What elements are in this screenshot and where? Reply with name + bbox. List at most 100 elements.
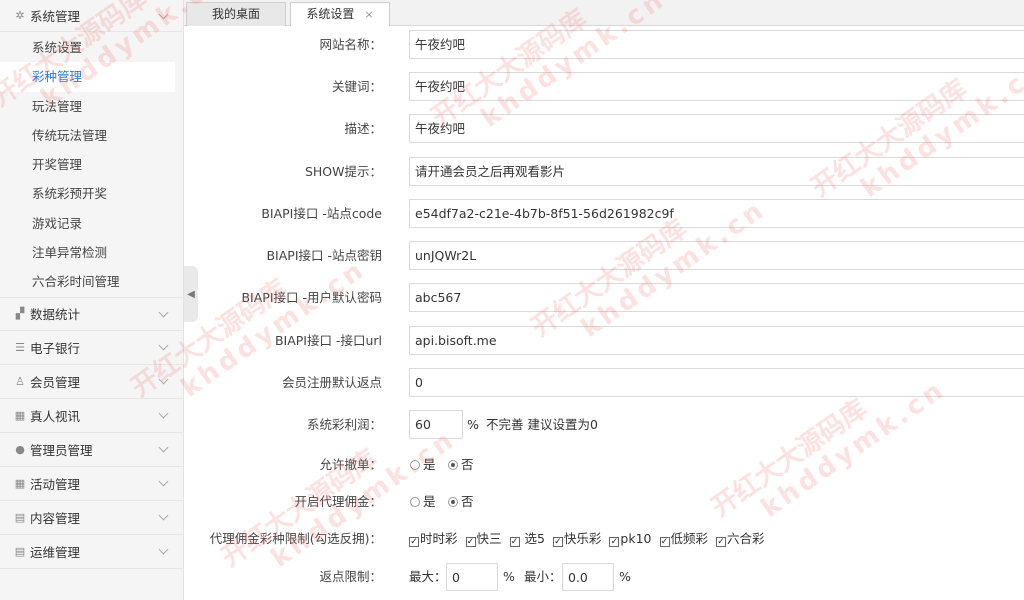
grid-icon: ▦ xyxy=(14,476,26,490)
menu-label: 内容管理 xyxy=(30,510,81,526)
default-password-input[interactable]: abc567 xyxy=(409,283,1024,312)
menu-label: 数据统计 xyxy=(30,307,81,323)
row-lottery-limit: 代理佣金彩种限制(勾选反拥)： ✓ 时时彩 ✓ 快三 ✓ 选5 ✓ 快乐彩 ✓ pk10… xyxy=(184,524,1024,554)
site-code-label: BIAPI接口 -站点code xyxy=(261,206,382,221)
chevron-left-icon: ◀ xyxy=(187,288,195,300)
menu-label: 运维管理 xyxy=(30,544,81,560)
allow-cancel-yes[interactable]: 是 xyxy=(410,450,436,480)
checkbox-pk10[interactable]: ✓ pk10 xyxy=(609,531,652,547)
close-icon[interactable]: × xyxy=(364,8,373,21)
checkbox-label: 低频彩 xyxy=(670,531,709,546)
doc-icon: ▤ xyxy=(14,510,26,524)
lottery-checkboxes: ✓ 时时彩 ✓ 快三 ✓ 选5 ✓ 快乐彩 ✓ pk10 ✓ 低频彩 ✓ 六合彩 xyxy=(409,524,769,554)
max-unit: % xyxy=(503,569,515,584)
checkbox-dpc[interactable]: ✓ 低频彩 xyxy=(659,531,709,547)
checkbox-ssc[interactable]: ✓ 时时彩 xyxy=(409,531,458,547)
api-url-label: BIAPI接口 -接口url xyxy=(274,333,382,348)
site-name-input[interactable]: 午夜约吧 xyxy=(409,30,1024,59)
checkbox-label: 六合彩 xyxy=(727,531,765,546)
min-unit: % xyxy=(619,569,631,584)
profit-input[interactable]: 60 xyxy=(409,410,463,439)
lottery-limit-label: 代理佣金彩种限制(勾选反拥)： xyxy=(209,531,382,546)
person-icon: ● xyxy=(15,442,25,456)
option-label: 否 xyxy=(461,494,474,509)
checkbox-label: 快乐彩 xyxy=(563,531,602,546)
row-site-code: BIAPI接口 -站点code e54df7a2-c21e-4b7b-8f51-… xyxy=(184,199,1024,229)
row-description: 描述： 午夜约吧 xyxy=(184,114,1024,144)
keywords-label: 关键词： xyxy=(331,79,382,94)
option-label: 否 xyxy=(461,457,474,472)
profit-unit: % xyxy=(467,417,479,432)
row-keywords: 关键词： 午夜约吧 xyxy=(184,72,1024,102)
row-site-secret: BIAPI接口 -站点密钥 unJQWr2L xyxy=(184,241,1024,271)
checkbox-lhc[interactable]: ✓ 六合彩 xyxy=(716,531,765,547)
site-name-label: 网站名称： xyxy=(319,37,382,52)
radio-checked-icon[interactable] xyxy=(448,460,458,470)
row-default-password: BIAPI接口 -用户默认密码 abc567 xyxy=(184,283,1024,313)
max-input[interactable]: 0 xyxy=(446,563,498,591)
tab-bar: 我的桌面 系统设置 × xyxy=(184,0,1024,27)
checkbox-checked-icon[interactable]: ✓ xyxy=(659,537,670,547)
site-secret-input[interactable]: unJQWr2L xyxy=(409,241,1024,270)
gear-icon: ✲ xyxy=(15,9,25,22)
row-api-url: BIAPI接口 -接口url api.bisoft.me xyxy=(184,326,1024,356)
checkbox-label: pk10 xyxy=(620,531,652,546)
checkbox-checked-icon[interactable]: ✓ xyxy=(609,537,620,547)
radio-checked-icon[interactable] xyxy=(448,497,458,507)
option-label: 是 xyxy=(423,457,436,472)
checkbox-label: 时时彩 xyxy=(420,531,458,546)
checkbox-label: 快三 xyxy=(476,531,502,546)
radio-icon[interactable] xyxy=(410,497,420,507)
default-rebate-input[interactable]: 0 xyxy=(409,368,1024,397)
row-allow-cancel: 允许撤单： 是 否 xyxy=(184,450,1024,480)
sidebar-collapse-toggle[interactable]: ◀ xyxy=(184,266,198,322)
settings-form: 网站名称： 午夜约吧 关键词： 午夜约吧 描述： 午夜约吧 SHOW提示： 请开… xyxy=(184,26,1024,600)
row-default-rebate: 会员注册默认返点 0 xyxy=(184,368,1024,398)
chevron-down-icon xyxy=(158,9,169,20)
checkbox-checked-icon[interactable]: ✓ xyxy=(465,537,476,547)
doc-icon: ▤ xyxy=(14,544,26,558)
agent-commission-yes[interactable]: 是 xyxy=(410,487,436,517)
api-url-input[interactable]: api.bisoft.me xyxy=(409,326,1024,355)
checkbox-klc[interactable]: ✓ 快乐彩 xyxy=(552,531,602,547)
show-input[interactable]: 请开通会员之后再观看影片 xyxy=(409,157,1024,186)
max-label: 最大： xyxy=(409,569,447,584)
row-agent-commission: 开启代理佣金： 是 否 xyxy=(184,487,1024,517)
description-input[interactable]: 午夜约吧 xyxy=(409,114,1024,143)
row-profit: 系统彩利润： 60 % 不完善 建议设置为0 xyxy=(184,410,1024,440)
checkbox-checked-icon[interactable]: ✓ xyxy=(716,537,726,547)
tab-label: 我的桌面 xyxy=(211,7,260,21)
radio-icon[interactable] xyxy=(410,460,420,470)
menu-system[interactable]: ✲ 系统管理 xyxy=(0,0,183,32)
row-show: SHOW提示： 请开通会员之后再观看影片 xyxy=(184,157,1024,187)
min-input[interactable]: 0.0 xyxy=(562,563,614,591)
default-rebate-label: 会员注册默认返点 xyxy=(281,375,382,390)
allow-cancel-label: 允许撤单： xyxy=(319,457,382,472)
option-label: 是 xyxy=(423,494,436,509)
agent-commission-no[interactable]: 否 xyxy=(448,487,474,517)
row-rebate-range: 返点限制： 最大： 0 % 最小： 0.0 % xyxy=(184,562,1024,592)
checkbox-checked-icon[interactable]: ✓ xyxy=(409,537,419,547)
show-label: SHOW提示： xyxy=(304,164,382,179)
profit-label: 系统彩利润： xyxy=(306,417,382,432)
checkbox-checked-icon[interactable]: ✓ xyxy=(552,537,563,547)
site-code-input[interactable]: e54df7a2-c21e-4b7b-8f51-56d261982c9f xyxy=(409,199,1024,228)
tab-my-desktop[interactable]: 我的桌面 xyxy=(186,2,286,26)
menu-label: 活动管理 xyxy=(30,476,81,492)
profit-hint: 不完善 建议设置为0 xyxy=(486,417,598,432)
tab-system-settings[interactable]: 系统设置 × xyxy=(290,2,390,27)
checkbox-checked-icon[interactable]: ✓ xyxy=(509,537,520,547)
row-site-name: 网站名称： 午夜约吧 xyxy=(184,30,1024,60)
grid-icon: ▦ xyxy=(14,408,26,422)
menu-label: 会员管理 xyxy=(30,374,81,390)
user-icon: ♙ xyxy=(15,374,25,388)
checkbox-x5[interactable]: ✓ 选5 xyxy=(509,531,545,547)
allow-cancel-no[interactable]: 否 xyxy=(448,450,474,480)
description-label: 描述： xyxy=(344,121,382,136)
keywords-input[interactable]: 午夜约吧 xyxy=(409,72,1024,101)
tab-label: 系统设置 xyxy=(306,7,355,21)
menu-label: 管理员管理 xyxy=(30,442,93,458)
default-password-label: BIAPI接口 -用户默认密码 xyxy=(241,290,382,305)
checkbox-k3[interactable]: ✓ 快三 xyxy=(465,531,502,547)
list-icon: ☰ xyxy=(15,340,25,354)
